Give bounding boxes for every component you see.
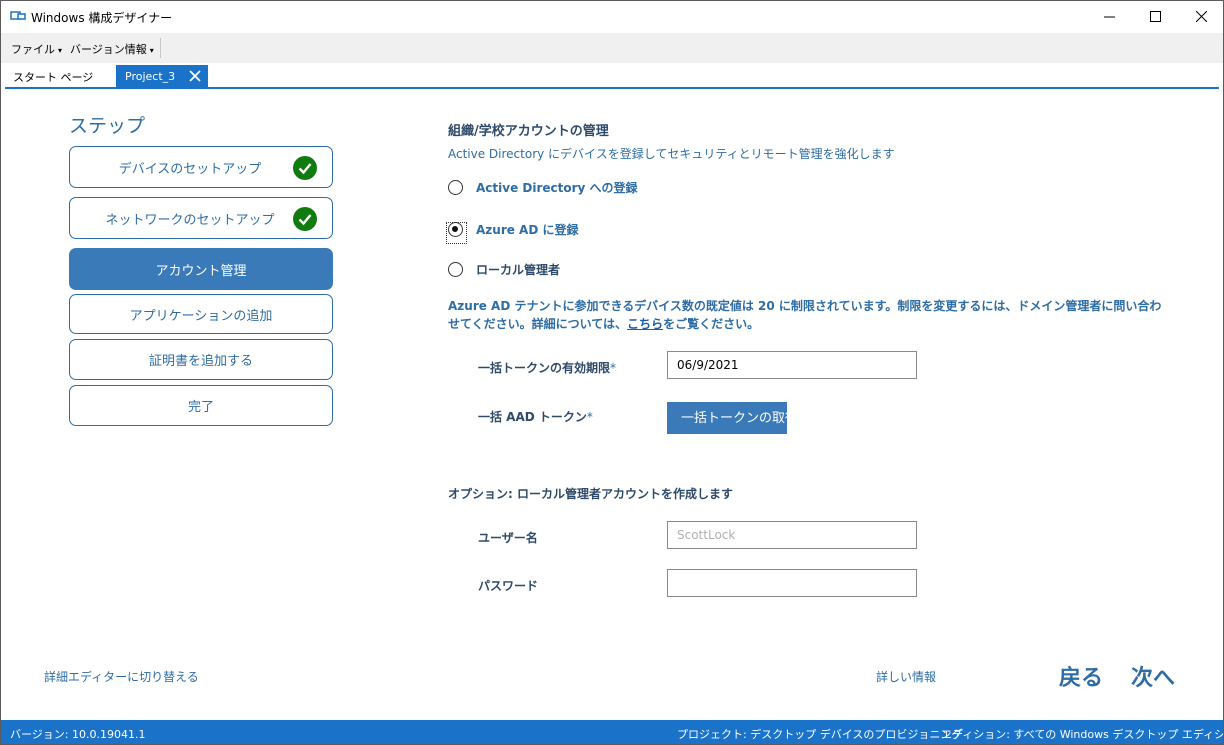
account-section-title: 組織/学校アカウントの管理 (448, 124, 609, 139)
minimize-button[interactable] (1086, 1, 1132, 31)
status-version: バージョン: 10.0.19041.1 (10, 728, 146, 741)
status-edition: エディション: すべての Windows デスクトップ エディション (941, 728, 1224, 741)
maximize-icon (1149, 10, 1161, 22)
check-circle-icon (293, 207, 317, 231)
more-info-link[interactable]: 詳しい情報 (876, 668, 936, 685)
account-section-subtitle: Active Directory にデバイスを登録してセキュリティとリモート管理… (448, 147, 895, 161)
close-tab-icon[interactable] (189, 70, 201, 82)
get-bulk-token-button[interactable]: 一括トークンの取得 (667, 402, 787, 434)
menu-divider (160, 38, 161, 58)
focus-outline (446, 221, 467, 244)
window-title: Windows 構成デザイナー (31, 11, 173, 25)
next-button[interactable]: 次へ (1131, 660, 1175, 692)
step-add-applications[interactable]: アプリケーションの追加 (69, 294, 333, 334)
radio-azure-ad[interactable]: Azure AD に登録 (446, 219, 578, 244)
status-bar: バージョン: 10.0.19041.1 プロジェクト: デスクトップ デバイスの… (1, 720, 1224, 744)
radio-local-admin[interactable]: ローカル管理者 (448, 259, 560, 279)
check-circle-icon (293, 156, 317, 180)
bulk-token-label: 一括 AAD トークン* (478, 410, 593, 424)
menu-bar: ファイル ▾ バージョン情報 ▾ (1, 33, 1223, 63)
chevron-down-icon: ▾ (58, 46, 63, 55)
title-bar: Windows 構成デザイナー (1, 1, 1223, 33)
radio-button[interactable] (448, 179, 463, 195)
username-input[interactable] (667, 521, 917, 549)
username-label: ユーザー名 (478, 531, 538, 545)
minimize-icon (1103, 16, 1115, 17)
token-expiry-input[interactable] (667, 351, 917, 379)
radio-button-selected[interactable] (446, 221, 467, 244)
step-network-setup[interactable]: ネットワークのセットアップ (69, 197, 333, 239)
step-account-management[interactable]: アカウント管理 (69, 248, 333, 290)
app-logo-icon (10, 11, 26, 20)
password-label: パスワード (478, 579, 539, 593)
steps-heading: ステップ (69, 115, 146, 137)
tab-start-page[interactable]: スタート ページ (13, 69, 93, 85)
token-expiry-label: 一括トークンの有効期限* (478, 361, 617, 375)
switch-advanced-editor-link[interactable]: 詳細エディターに切り替える (44, 668, 199, 685)
password-input[interactable] (667, 569, 917, 597)
maximize-button[interactable] (1132, 1, 1178, 31)
tab-underline (5, 87, 1219, 89)
step-device-setup[interactable]: デバイスのセットアップ (69, 146, 333, 188)
tab-project[interactable]: Project_3 (116, 65, 208, 87)
close-icon (1195, 10, 1207, 22)
radio-active-directory[interactable]: Active Directory への登録 (448, 177, 638, 197)
local-admin-section-title: オプション: ローカル管理者アカウントを作成します (448, 487, 733, 501)
status-project: プロジェクト: デスクトップ デバイスのプロビジョニング (677, 728, 963, 741)
menu-file[interactable]: ファイル ▾ (11, 41, 62, 57)
step-finish[interactable]: 完了 (69, 385, 333, 426)
back-button[interactable]: 戻る (1059, 660, 1103, 692)
close-window-button[interactable] (1178, 1, 1223, 31)
app-window: Windows 構成デザイナー ファイル ▾ バージョン情報 ▾ スタート ページ … (0, 0, 1224, 745)
tab-project-label: Project_3 (125, 70, 176, 83)
radio-button[interactable] (448, 261, 463, 277)
menu-version-info[interactable]: バージョン情報 ▾ (70, 41, 154, 57)
tab-bar: スタート ページ Project_3 (1, 63, 1223, 89)
azure-info-text: Azure AD テナントに参加できるデバイス数の既定値は 20 に制限されてい… (448, 299, 1162, 331)
chevron-down-icon: ▾ (149, 46, 154, 55)
step-add-certificates[interactable]: 証明書を追加する (69, 339, 333, 380)
info-link[interactable]: こちら (627, 317, 663, 331)
